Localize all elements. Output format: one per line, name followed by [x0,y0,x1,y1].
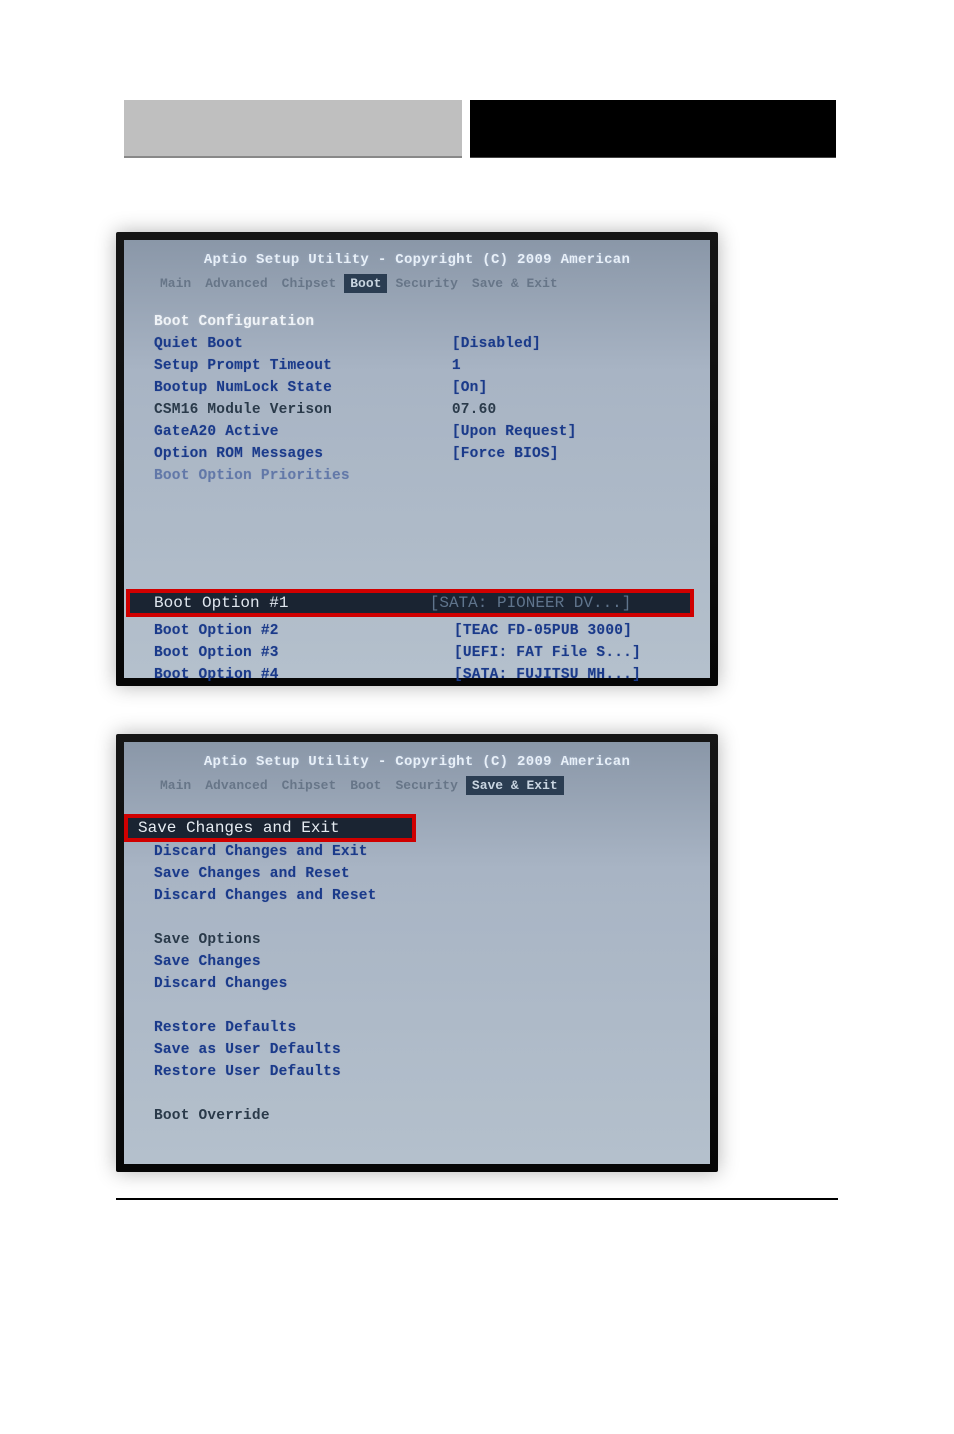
setting-value[interactable]: [Disabled] [452,333,710,355]
footer-rule [116,1198,838,1200]
boot-option-label[interactable]: Boot Option #3 [154,642,454,664]
menu-item[interactable]: Discard Changes and Exit [154,841,710,863]
bios-screenshot-save-exit: Aptio Setup Utility - Copyright (C) 2009… [116,734,718,1172]
tab-save-exit[interactable]: Save & Exit [466,274,564,293]
menu-item[interactable]: Restore Defaults [154,1017,710,1039]
tab-security[interactable]: Security [389,776,463,795]
setting-value[interactable]: 07.60 [452,399,710,421]
tab-advanced[interactable]: Advanced [199,274,273,293]
bios-tabs: Main Advanced Chipset Boot Security Save… [124,272,710,295]
menu-item: Save Options [154,929,710,951]
menu-item[interactable]: Save as User Defaults [154,1039,710,1061]
section-boot-priorities: Boot Option Priorities [154,465,454,487]
setting-label: GateA20 Active [154,421,452,443]
bios-title: Aptio Setup Utility - Copyright (C) 2009… [124,742,710,774]
tab-main[interactable]: Main [154,776,197,795]
setting-label: CSM16 Module Verison [154,399,452,421]
boot-option-value[interactable]: [TEAC FD-05PUB 3000] [454,620,714,642]
menu-item[interactable]: Save Changes [154,951,710,973]
boot-option-1-highlight[interactable]: Boot Option #1 [SATA: PIONEER DV...] [126,589,694,617]
setting-value[interactable]: [Upon Request] [452,421,710,443]
boot-option-1-value: [SATA: PIONEER DV...] [430,594,684,612]
tab-security[interactable]: Security [389,274,463,293]
bios-title: Aptio Setup Utility - Copyright (C) 2009… [124,240,710,272]
bios-tabs: Main Advanced Chipset Boot Security Save… [124,774,710,797]
page-header [124,100,836,158]
tab-chipset[interactable]: Chipset [276,274,343,293]
setting-value[interactable]: [Force BIOS] [452,443,710,465]
boot-option-value[interactable]: [UEFI: FAT File S...] [454,642,714,664]
header-left-block [124,100,462,158]
boot-option-label[interactable]: Boot Option #4 [154,664,454,686]
boot-option-label[interactable]: Boot Option #2 [154,620,454,642]
menu-item[interactable]: Save Changes and Reset [154,863,710,885]
tab-save-exit[interactable]: Save & Exit [466,776,564,795]
tab-boot[interactable]: Boot [344,776,387,795]
section-boot-config: Boot Configuration [154,311,454,333]
boot-option-1-label: Boot Option #1 [136,594,430,612]
boot-option-value[interactable]: [SATA: FUJITSU MH...] [454,664,714,686]
setting-label: Quiet Boot [154,333,452,355]
setting-label: Setup Prompt Timeout [154,355,452,377]
setting-label: Bootup NumLock State [154,377,452,399]
tab-advanced[interactable]: Advanced [199,776,273,795]
setting-value[interactable]: 1 [452,355,710,377]
setting-label: Option ROM Messages [154,443,452,465]
save-changes-and-exit-highlight[interactable]: Save Changes and Exit [124,814,416,842]
save-changes-and-exit-label: Save Changes and Exit [134,819,340,837]
menu-item[interactable]: Restore User Defaults [154,1061,710,1083]
menu-item[interactable]: Discard Changes and Reset [154,885,710,907]
menu-item: Boot Override [154,1105,710,1127]
setting-value[interactable]: [On] [452,377,710,399]
tab-boot[interactable]: Boot [344,274,387,293]
tab-main[interactable]: Main [154,274,197,293]
header-right-block [470,100,836,158]
bios-screenshot-boot: Aptio Setup Utility - Copyright (C) 2009… [116,232,718,686]
menu-item [154,1083,710,1105]
menu-item[interactable]: Discard Changes [154,973,710,995]
menu-item [154,907,710,929]
menu-item [154,995,710,1017]
bios-body: Boot Configuration Quiet Boot[Disabled]S… [124,295,710,487]
tab-chipset[interactable]: Chipset [276,776,343,795]
